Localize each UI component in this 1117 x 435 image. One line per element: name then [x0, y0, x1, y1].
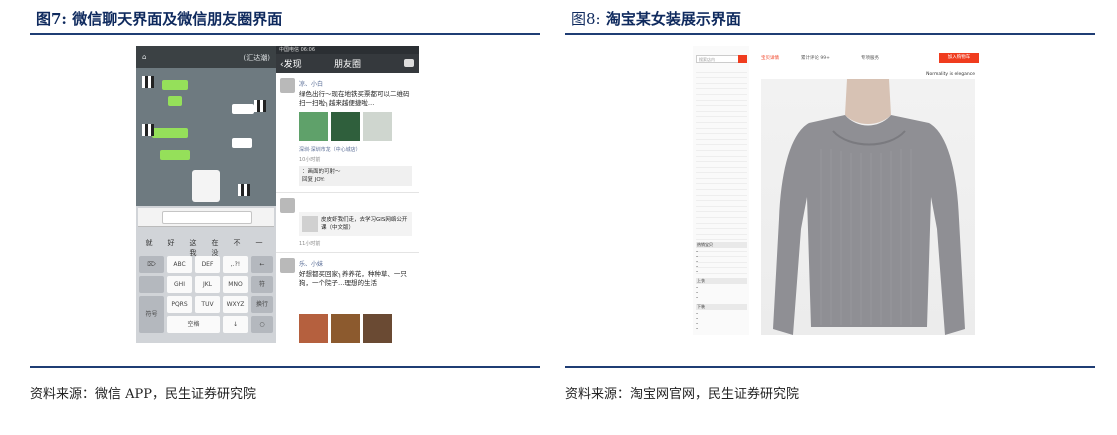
- top-rule: [565, 33, 1095, 35]
- keyboard-key[interactable]: DEF: [195, 256, 220, 273]
- bottom-rule: [565, 366, 1095, 368]
- sidebar-section-header[interactable]: 热销宝贝: [696, 242, 747, 248]
- post-author[interactable]: 凉、小白: [299, 79, 323, 88]
- keyboard-key[interactable]: MNO: [223, 276, 248, 293]
- chat-bubble: [152, 128, 188, 138]
- mosaic-avatar: [254, 100, 266, 112]
- post-text: 绿色出行～现在地铁买票都可以二维码扫一扫啦╮越来越便捷啦…: [299, 90, 410, 107]
- post-photo[interactable]: [331, 314, 360, 343]
- camera-icon[interactable]: [404, 59, 414, 67]
- post-text: 好想都买回家╮养养花，种种草、一只狗，一个院子…理想的生活: [299, 270, 407, 287]
- taobao-screenshot-image: 搜索店内 热销宝贝 • • • • • 上衣 • • • 下装 • • • • …: [693, 46, 981, 335]
- top-rule: [30, 33, 540, 35]
- shop-slogan: Normality is elegance: [926, 72, 975, 77]
- status-bar: 中国电信 06:06: [276, 46, 419, 54]
- mosaic-avatar: [142, 124, 154, 136]
- post-author[interactable]: 乐、小妹: [299, 259, 323, 268]
- source-note: 资料来源：淘宝网官网，民生证券研究院: [565, 387, 800, 402]
- avatar[interactable]: [280, 258, 295, 273]
- comment-line: 回复 JOY:: [302, 177, 325, 183]
- post-time: 11小时前: [299, 241, 321, 247]
- comment-line: ：画面的可射～: [302, 169, 341, 175]
- figure-title: 图7: 微信聊天界面及微信朋友圈界面: [36, 8, 282, 29]
- keyboard-key[interactable]: PQRS: [167, 296, 192, 313]
- post-time: 10小时前: [299, 157, 321, 163]
- post-photo[interactable]: [363, 112, 392, 141]
- chat-bubble: [160, 150, 190, 160]
- figure-title: 图8: 淘宝某女装展示界面: [571, 8, 741, 29]
- candidate-bar[interactable]: 就 好 这 在 不 一 我 没: [136, 238, 276, 257]
- person-icon: ⌂: [142, 53, 147, 61]
- avatar[interactable]: [280, 78, 295, 93]
- space-key[interactable]: 空格: [167, 316, 220, 333]
- chat-bubble: [168, 96, 182, 106]
- keyboard-key[interactable]: ↓: [223, 316, 248, 333]
- keyboard-key[interactable]: WXYZ: [223, 296, 248, 313]
- figure-caption: 淘宝某女装展示界面: [600, 10, 741, 28]
- add-to-cart-button[interactable]: 加入购物车: [939, 53, 979, 63]
- divider: [276, 252, 419, 253]
- tab-details[interactable]: 宝贝详情: [761, 55, 779, 61]
- figure-number: 图7:: [36, 10, 67, 28]
- avatar[interactable]: [280, 198, 295, 213]
- post-location[interactable]: 深圳·深圳市龙（中心城店）: [299, 146, 361, 153]
- keyboard-key[interactable]: 换行: [251, 296, 273, 313]
- link-thumbnail: [302, 216, 318, 232]
- keyboard-key[interactable]: ,.?!: [223, 256, 248, 273]
- chat-text-input[interactable]: [162, 211, 252, 224]
- divider: [276, 192, 419, 193]
- sidebar-section-items: • • •: [696, 286, 699, 300]
- shared-link-title: 皮皮虾我们走，去学习GIS网络公开课（中文版）: [321, 217, 408, 231]
- keyboard-key[interactable]: ⌦: [139, 256, 164, 273]
- bottom-rule: [30, 366, 540, 368]
- keyboard-key[interactable]: ABC: [167, 256, 192, 273]
- keyboard: 就 好 这 在 不 一 我 没 ⌦ ABC DEF ,.?! ← GHI JKL…: [136, 206, 276, 343]
- post-photo[interactable]: [299, 112, 328, 141]
- keyboard-key[interactable]: 符: [251, 276, 273, 293]
- post-photo[interactable]: [331, 112, 360, 141]
- wechat-screenshot-image: ⌂ (汇达潮) 就 好 这 在 不 一 我 没 ⌦ ABC DEF ,.?! ←…: [136, 46, 419, 343]
- search-icon[interactable]: [738, 55, 747, 63]
- sidebar-section-items: • • • • •: [696, 250, 699, 274]
- source-note: 资料来源：微信 APP，民生证券研究院: [30, 387, 257, 402]
- chat-bubble: [232, 138, 252, 148]
- figure-caption: 微信聊天界面及微信朋友圈界面: [66, 10, 283, 28]
- sidebar-section-header[interactable]: 上衣: [696, 278, 747, 284]
- shared-link-card[interactable]: 皮皮虾我们走，去学习GIS网络公开课（中文版）: [299, 212, 412, 236]
- tab-services[interactable]: 专项服务: [861, 55, 879, 61]
- shop-search-input[interactable]: 搜索店内: [696, 55, 742, 63]
- post-photo[interactable]: [299, 314, 328, 343]
- tab-reviews[interactable]: 累计评论 99+: [801, 55, 830, 61]
- mosaic-avatar: [238, 184, 250, 196]
- figure-number: 图8:: [571, 10, 601, 28]
- keyboard-key[interactable]: 符号: [139, 296, 164, 333]
- keyboard-key[interactable]: [139, 276, 164, 293]
- chat-sticker-image: [192, 170, 220, 202]
- post-comments: ：画面的可射～ 回复 JOY:: [299, 166, 412, 186]
- chat-bubble: [232, 104, 254, 114]
- shop-sidebar: 搜索店内 热销宝贝 • • • • • 上衣 • • • 下装 • • • •: [693, 46, 749, 335]
- back-button[interactable]: ‹发现: [280, 57, 302, 70]
- post-photo[interactable]: [363, 314, 392, 343]
- keyboard-key[interactable]: JKL: [195, 276, 220, 293]
- product-photo[interactable]: [761, 79, 975, 335]
- chat-header: ⌂ (汇达潮): [136, 46, 276, 68]
- chat-input-bar: [138, 208, 274, 227]
- sidebar-section-items: • • • •: [696, 312, 699, 331]
- sweater-model-image: [773, 79, 965, 335]
- chat-header-label: (汇达潮): [243, 54, 270, 62]
- wechat-moments-screen: 中国电信 06:06 ‹发现 朋友圈 凉、小白 绿色出行～现在地铁买票都可以二维…: [276, 46, 419, 343]
- wechat-chat-screen: ⌂ (汇达潮) 就 好 这 在 不 一 我 没 ⌦ ABC DEF ,.?! ←…: [136, 46, 276, 343]
- moments-title: 朋友圈: [334, 60, 362, 70]
- keyboard-key[interactable]: ←: [251, 256, 273, 273]
- globe-key[interactable]: ○: [251, 316, 273, 333]
- chat-bubble: [162, 80, 188, 90]
- keyboard-key[interactable]: GHI: [167, 276, 192, 293]
- sidebar-section-header[interactable]: 下装: [696, 304, 747, 310]
- keyboard-key[interactable]: TUV: [195, 296, 220, 313]
- product-tab-bar: 宝贝详情 累计评论 99+ 专项服务 加入购物车: [753, 46, 981, 68]
- mosaic-avatar: [142, 76, 154, 88]
- moments-nav-bar: ‹发现 朋友圈: [276, 54, 419, 73]
